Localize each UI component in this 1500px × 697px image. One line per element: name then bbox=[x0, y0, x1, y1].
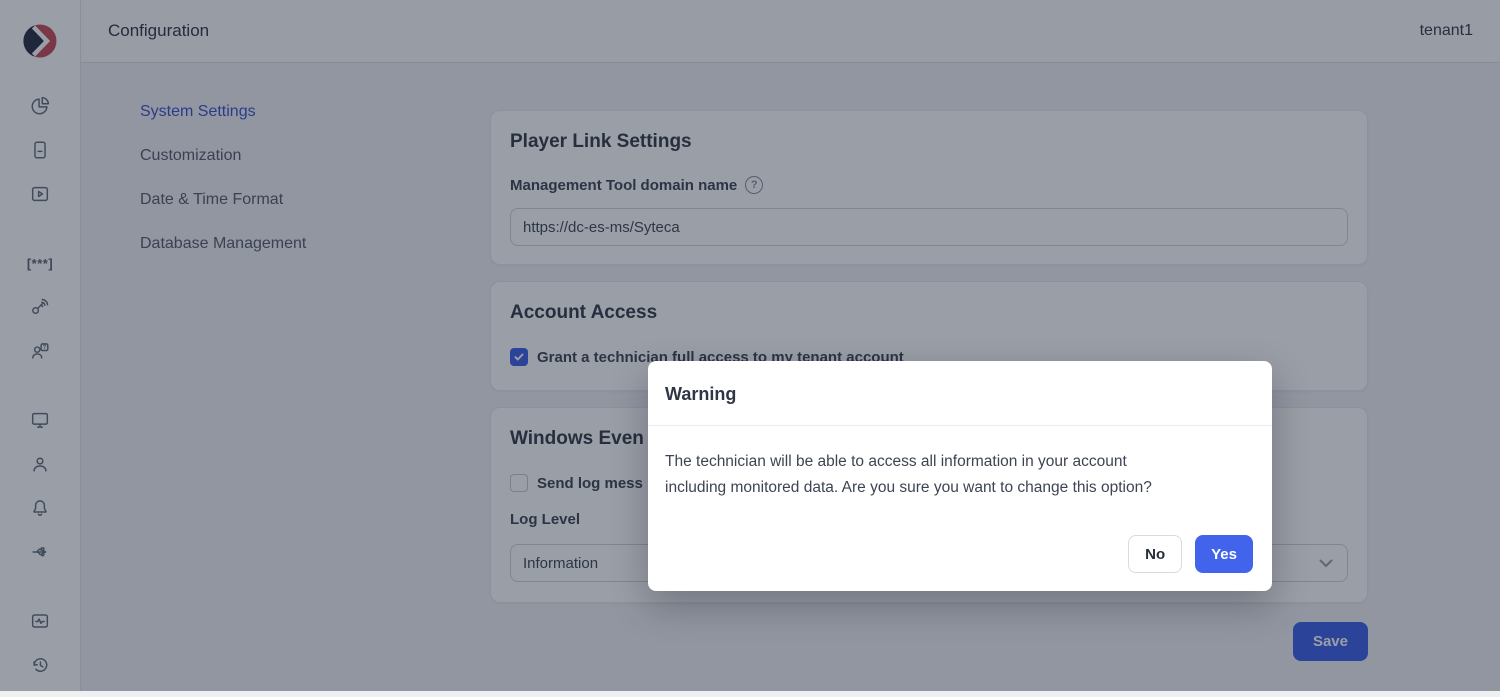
warning-dialog-footer: No Yes bbox=[1128, 535, 1253, 573]
warning-title: Warning bbox=[665, 381, 1255, 408]
warning-dialog-header: Warning bbox=[648, 361, 1272, 426]
warning-dialog: Warning The technician will be able to a… bbox=[648, 361, 1272, 591]
no-button[interactable]: No bbox=[1128, 535, 1182, 573]
warning-message-line-1: The technician will be able to access al… bbox=[665, 449, 1255, 475]
yes-button[interactable]: Yes bbox=[1195, 535, 1253, 573]
warning-message: The technician will be able to access al… bbox=[648, 426, 1272, 501]
configuration-page: [***] ? bbox=[0, 0, 1500, 691]
warning-message-line-2: including monitored data. Are you sure y… bbox=[665, 475, 1255, 501]
